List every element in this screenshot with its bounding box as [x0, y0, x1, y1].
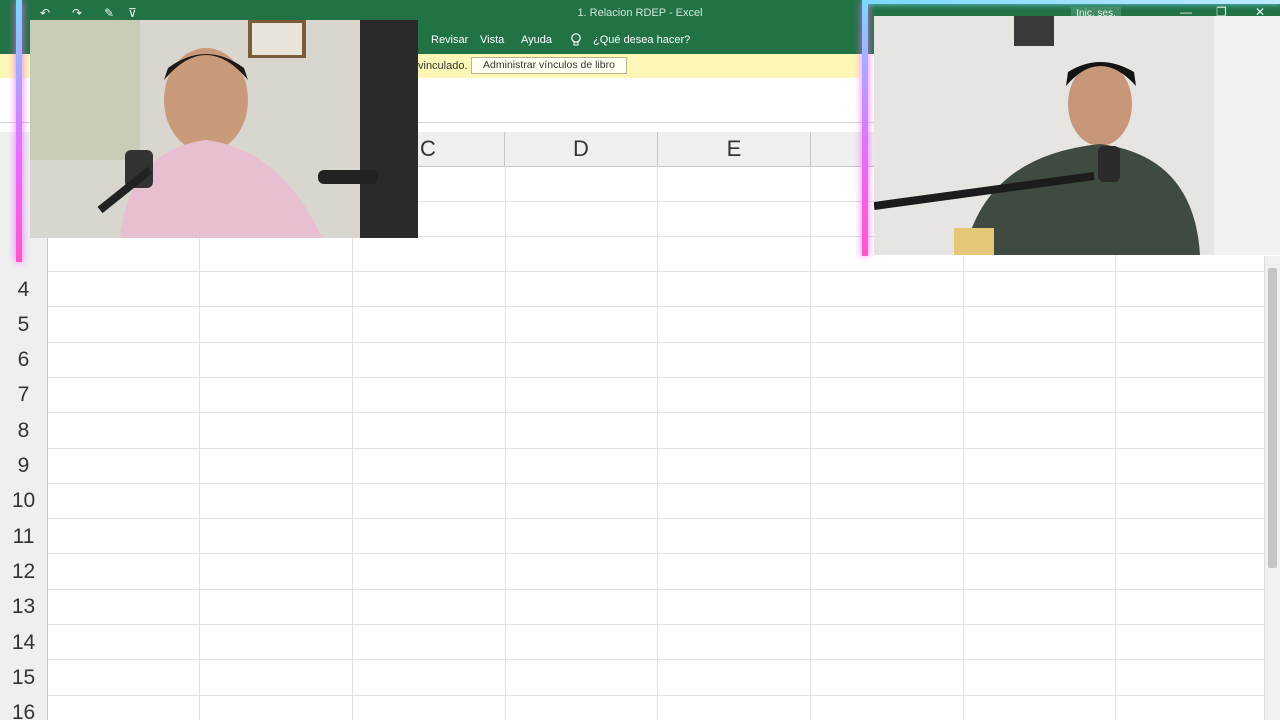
grid-column-line	[810, 166, 811, 720]
overlay-glow-border	[862, 0, 868, 256]
grid-column-line	[352, 166, 353, 720]
row-header-15[interactable]: 15	[0, 660, 47, 695]
row-header-8[interactable]: 8	[0, 413, 47, 448]
row-header-10[interactable]: 10	[0, 483, 47, 518]
row-header-4[interactable]: 4	[0, 272, 47, 307]
row-header-5[interactable]: 5	[0, 307, 47, 342]
grid-row-line	[47, 271, 1264, 272]
grid-row-line	[47, 695, 1264, 696]
message-bar-text: vinculado.	[418, 60, 468, 72]
grid-row-line	[47, 448, 1264, 449]
grid-column-line	[505, 166, 506, 720]
column-header-e[interactable]: E	[658, 132, 811, 166]
webcam-left-image	[30, 20, 418, 238]
tab-vista[interactable]: Vista	[480, 34, 504, 46]
row-header-6[interactable]: 6	[0, 342, 47, 377]
vertical-scrollbar[interactable]	[1264, 256, 1280, 720]
grid-row-line	[47, 589, 1264, 590]
row-header-13[interactable]: 13	[0, 589, 47, 624]
grid-column-line	[199, 166, 200, 720]
grid-row-line	[47, 412, 1264, 413]
grid-row-line	[47, 624, 1264, 625]
overlay-glow-border	[16, 0, 22, 262]
row-header-12[interactable]: 12	[0, 554, 47, 589]
grid-row-line	[47, 518, 1264, 519]
tab-ayuda[interactable]: Ayuda	[521, 34, 552, 46]
scrollbar-thumb[interactable]	[1268, 268, 1277, 568]
webcam-right-image	[874, 16, 1280, 255]
row-header-7[interactable]: 7	[0, 377, 47, 412]
row-header-9[interactable]: 9	[0, 448, 47, 483]
row-header-11[interactable]: 11	[0, 519, 47, 554]
webcam-feed-left	[30, 20, 418, 238]
manage-links-button[interactable]: Administrar vínculos de libro	[471, 57, 627, 74]
lightbulb-icon	[571, 33, 581, 46]
tell-me-search[interactable]: ¿Qué desea hacer?	[593, 34, 690, 46]
column-header-d[interactable]: D	[505, 132, 658, 166]
grid-row-line	[47, 553, 1264, 554]
row-header-14[interactable]: 14	[0, 625, 47, 660]
overlay-glow-border	[866, 0, 1280, 4]
grid-row-line	[47, 659, 1264, 660]
grid-row-line	[47, 306, 1264, 307]
webcam-feed-right	[874, 16, 1280, 255]
grid-row-line	[47, 483, 1264, 484]
tab-revisar[interactable]: Revisar	[431, 34, 468, 46]
grid-row-line	[47, 377, 1264, 378]
row-header-16[interactable]: 16	[0, 695, 47, 720]
grid-column-line	[657, 166, 658, 720]
grid-row-line	[47, 342, 1264, 343]
